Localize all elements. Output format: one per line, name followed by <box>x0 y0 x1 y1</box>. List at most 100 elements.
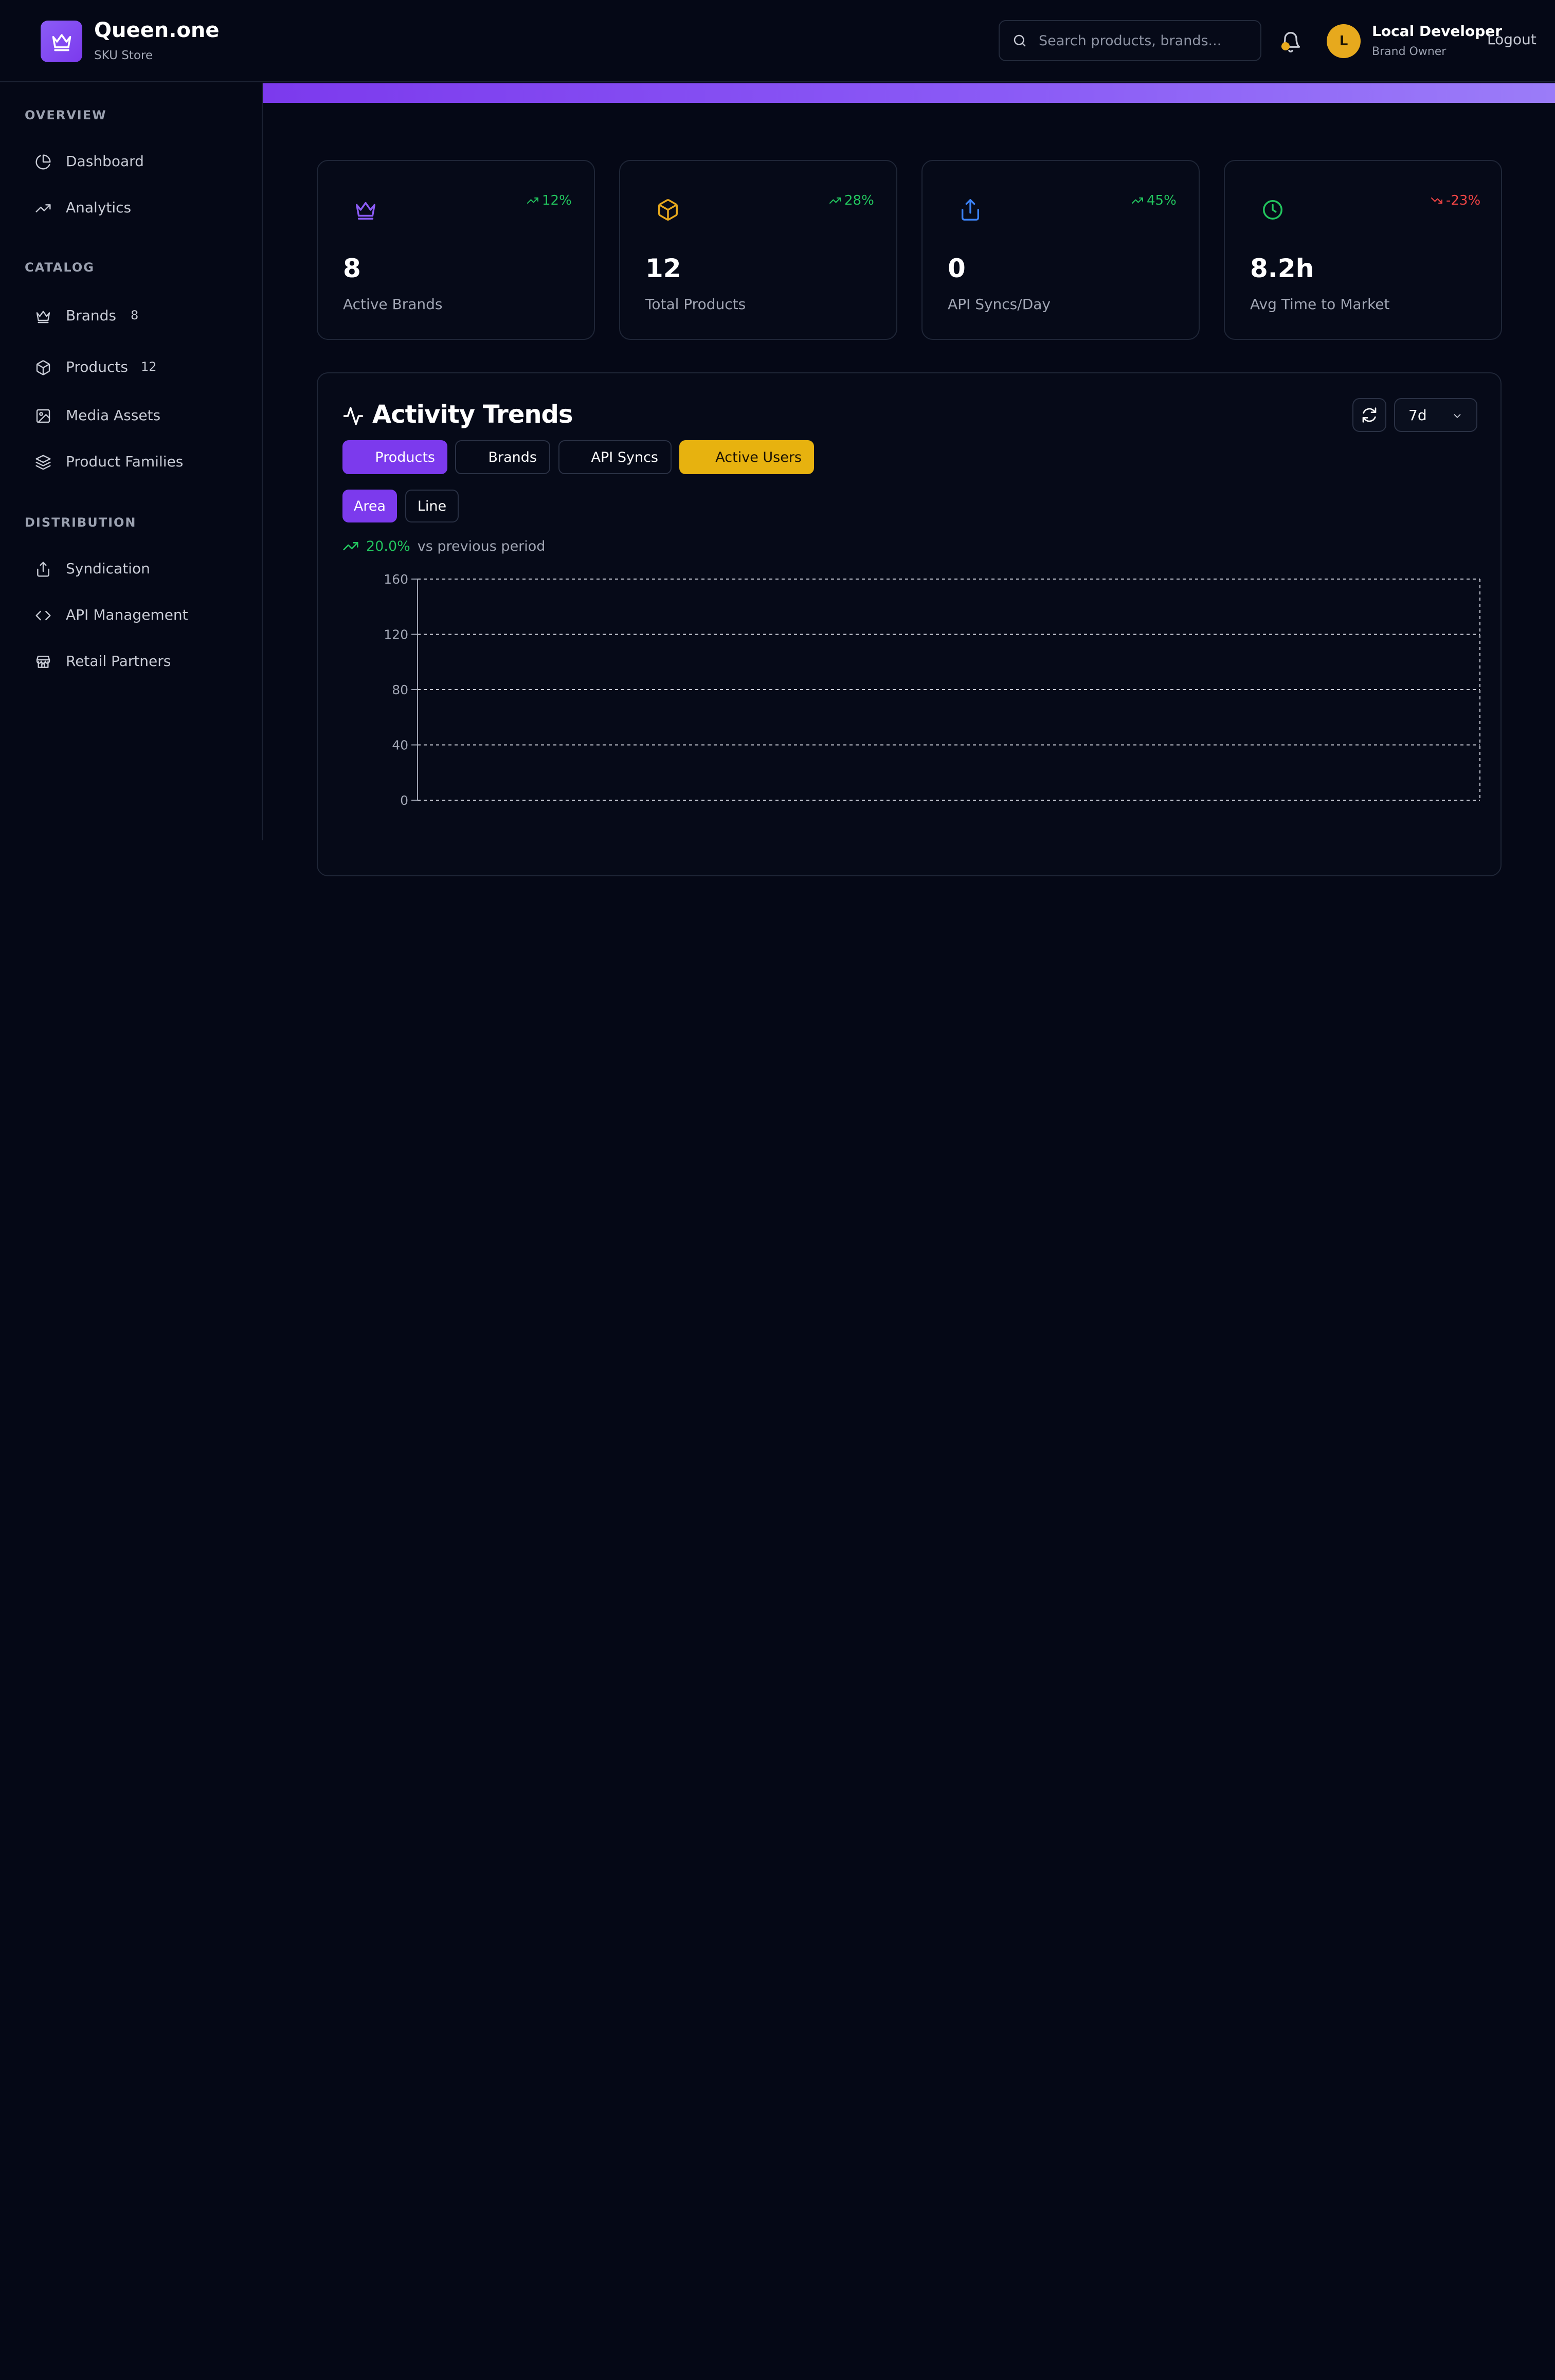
user-name: Local Developer <box>1372 23 1503 40</box>
metric-toggle-products[interactable]: Products <box>342 440 447 474</box>
y-tick-label: 160 <box>384 574 408 587</box>
sidebar-item-label: API Management <box>66 606 188 623</box>
y-tick-label: 120 <box>384 627 408 642</box>
trend-down-icon <box>1431 197 1442 204</box>
period-change: 20.0% vs previous period <box>342 538 545 554</box>
box-icon <box>36 360 50 375</box>
trend-up-icon <box>829 197 841 204</box>
search-box[interactable] <box>999 20 1261 61</box>
trend-up-icon <box>343 542 358 550</box>
sidebar-item-analytics[interactable]: Analytics <box>25 189 246 225</box>
metric-toggle-brands[interactable]: Brands <box>455 440 550 474</box>
sidebar-item-label: Product Families <box>66 453 184 470</box>
activity-icon <box>343 407 364 425</box>
period-change-label: vs previous period <box>417 538 546 554</box>
stat-trend-value: 12% <box>542 193 572 208</box>
share-icon <box>37 562 49 577</box>
products-count-badge: 12 <box>141 359 157 374</box>
bell-icon[interactable] <box>1279 30 1302 55</box>
stat-value: 12 <box>645 254 681 283</box>
avatar[interactable]: L <box>1327 24 1361 58</box>
code-icon <box>35 610 51 621</box>
stat-trend-value: 45% <box>1147 193 1177 208</box>
app-logo[interactable] <box>41 21 82 62</box>
stat-value: 8.2h <box>1250 254 1314 283</box>
time-range-value: 7d <box>1408 406 1427 424</box>
sidebar-item-label: Media Assets <box>66 406 161 424</box>
loading-progress-bar <box>263 83 1555 103</box>
section-title-distribution: DISTRIBUTION <box>25 515 137 530</box>
search-input[interactable] <box>1039 32 1244 49</box>
app-name: Queen.one <box>94 19 220 42</box>
stat-value: 0 <box>948 254 966 283</box>
refresh-icon <box>1362 407 1377 423</box>
sidebar-item-retail-partners[interactable]: Retail Partners <box>25 643 246 679</box>
activity-trends-title: Activity Trends <box>372 400 573 429</box>
stat-label: Avg Time to Market <box>1250 296 1390 313</box>
sidebar-item-media-assets[interactable]: Media Assets <box>25 397 246 433</box>
stat-card-total-products[interactable]: 28% 12 Total Products <box>619 160 897 340</box>
sidebar-item-label: Dashboard <box>66 152 144 170</box>
y-tick-label: 80 <box>392 682 408 697</box>
clock-icon <box>1263 200 1282 220</box>
activity-trends-card: Activity Trends 7d Products Brands API S… <box>317 372 1502 876</box>
sidebar-item-label: Syndication <box>66 560 150 577</box>
sidebar-item-dashboard[interactable]: Dashboard <box>25 143 246 179</box>
search-icon <box>1014 34 1026 47</box>
stat-trend: 45% <box>1131 193 1177 208</box>
y-tick-label: 40 <box>392 738 408 753</box>
sidebar-item-label: Products <box>66 358 128 375</box>
share-icon <box>961 199 980 221</box>
chart-type-area-button[interactable]: Area <box>342 490 397 522</box>
chart-type-line-button[interactable]: Line <box>405 490 459 522</box>
crown-icon <box>356 202 375 220</box>
stat-card-api-syncs[interactable]: 45% 0 API Syncs/Day <box>921 160 1200 340</box>
stat-label: Total Products <box>645 296 746 313</box>
sidebar-item-api-management[interactable]: API Management <box>25 597 246 633</box>
stat-trend-value: 28% <box>844 193 874 208</box>
trending-up-icon <box>35 204 51 212</box>
sidebar-item-label: Brands <box>66 306 116 324</box>
image-icon <box>36 409 50 423</box>
metric-toggle-api-syncs[interactable]: API Syncs <box>558 440 672 474</box>
stat-label: Active Brands <box>343 296 443 313</box>
stat-value: 8 <box>343 254 361 283</box>
stat-trend: 28% <box>829 193 874 208</box>
box-icon <box>658 199 678 221</box>
section-title-overview: OVERVIEW <box>25 108 107 122</box>
crown-icon <box>36 311 50 323</box>
brands-count-badge: 8 <box>131 308 139 322</box>
sidebar-item-brands[interactable]: Brands 8 <box>25 297 246 333</box>
chevron-down-icon <box>1454 414 1461 418</box>
app-subtitle: SKU Store <box>94 49 153 62</box>
layers-icon <box>35 455 51 470</box>
activity-chart: 0 40 80 120 160 <box>384 574 1480 808</box>
stat-card-active-brands[interactable]: 12% 8 Active Brands <box>317 160 595 340</box>
stat-label: API Syncs/Day <box>948 296 1051 313</box>
pie-chart-icon <box>35 154 51 170</box>
user-role: Brand Owner <box>1372 45 1446 58</box>
sidebar-item-label: Analytics <box>66 199 132 216</box>
sidebar-item-product-families[interactable]: Product Families <box>25 443 246 479</box>
section-title-catalog: CATALOG <box>25 260 95 275</box>
metric-toggle-active-users[interactable]: Active Users <box>679 440 814 474</box>
logout-button[interactable]: Logout <box>1487 31 1536 48</box>
period-change-value: 20.0% <box>366 538 410 554</box>
sidebar-item-label: Retail Partners <box>66 652 171 670</box>
top-header: Queen.one SKU Store L Local Developer Br… <box>0 0 1555 82</box>
trend-up-icon <box>1132 197 1143 204</box>
stat-trend: -23% <box>1431 193 1480 208</box>
stat-trend-value: -23% <box>1446 193 1481 208</box>
sidebar: OVERVIEW Dashboard Analytics CATALOG Bra… <box>0 83 263 840</box>
stat-card-time-to-market[interactable]: -23% 8.2h Avg Time to Market <box>1224 160 1502 340</box>
stat-trend: 12% <box>527 193 572 208</box>
trend-up-icon <box>527 197 538 204</box>
store-icon <box>36 656 50 668</box>
sidebar-item-syndication[interactable]: Syndication <box>25 550 246 586</box>
sidebar-item-products[interactable]: Products 12 <box>25 349 246 385</box>
time-range-select[interactable]: 7d <box>1394 398 1477 432</box>
y-tick-label: 0 <box>400 793 408 808</box>
crown-icon <box>52 33 71 51</box>
notification-dot <box>1281 42 1290 50</box>
refresh-button[interactable] <box>1352 398 1386 432</box>
